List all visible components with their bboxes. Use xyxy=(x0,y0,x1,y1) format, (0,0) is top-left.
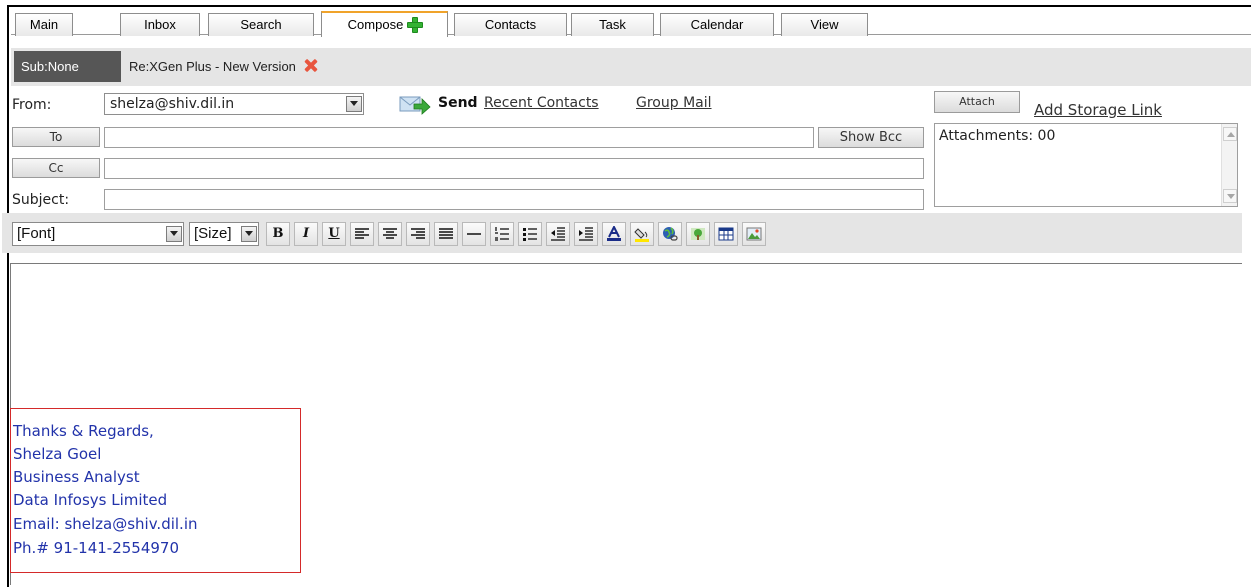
group-mail-link[interactable]: Group Mail xyxy=(636,95,712,111)
ordered-list-button[interactable] xyxy=(490,222,514,246)
tab-calendar[interactable]: Calendar xyxy=(660,13,774,36)
picture-icon xyxy=(746,227,762,241)
attachments-box: Attachments: 00 xyxy=(934,123,1238,207)
size-select-value: [Size] xyxy=(194,225,232,242)
subtab-none[interactable]: Sub:None xyxy=(14,51,121,82)
add-storage-link[interactable]: Add Storage Link xyxy=(1034,101,1162,119)
signature-line: Ph.# 91-141-2554970 xyxy=(13,539,180,557)
insert-picture-button[interactable] xyxy=(742,222,766,246)
signature-line: Data Infosys Limited xyxy=(13,491,168,509)
tab-label: Task xyxy=(599,17,626,32)
recent-contacts-link[interactable]: Recent Contacts xyxy=(484,95,599,111)
ordered-list-icon xyxy=(495,227,509,241)
font-color-button[interactable] xyxy=(602,222,626,246)
subject-label: Subject: xyxy=(12,192,70,208)
tab-label: Inbox xyxy=(144,17,176,32)
tab-label: Calendar xyxy=(690,17,744,32)
chevron-down-icon[interactable] xyxy=(166,226,182,242)
scroll-down-icon[interactable] xyxy=(1223,189,1237,203)
to-button[interactable]: To xyxy=(12,127,100,147)
align-center-icon xyxy=(383,228,397,239)
tab-inbox[interactable]: Inbox xyxy=(120,13,200,36)
underline-button[interactable]: U xyxy=(322,222,346,246)
signature-line: Business Analyst xyxy=(13,468,140,486)
tab-label: Main xyxy=(29,17,59,32)
insert-link-button[interactable] xyxy=(658,222,682,246)
show-bcc-button[interactable]: Show Bcc xyxy=(818,127,924,148)
font-select[interactable]: [Font] xyxy=(12,222,184,246)
attachments-scrollbar[interactable] xyxy=(1221,124,1237,206)
tree-picture-icon xyxy=(691,228,705,240)
from-label: From: xyxy=(12,97,52,113)
globe-link-icon xyxy=(663,227,678,241)
to-input[interactable] xyxy=(104,127,814,148)
from-select[interactable]: shelza@shiv.dil.in xyxy=(104,93,364,115)
align-center-button[interactable] xyxy=(378,222,402,246)
font-select-value: [Font] xyxy=(17,225,56,242)
tab-label: Contacts xyxy=(484,17,537,32)
font-color-icon xyxy=(607,226,621,241)
chevron-down-icon[interactable] xyxy=(241,226,257,242)
highlight-color-button[interactable] xyxy=(630,222,654,246)
tab-label: Search xyxy=(240,17,282,32)
tab-search[interactable]: Search xyxy=(208,13,314,36)
italic-button[interactable]: I xyxy=(294,222,318,246)
align-right-button[interactable] xyxy=(406,222,430,246)
align-left-icon xyxy=(355,228,369,239)
tab-contacts[interactable]: Contacts xyxy=(454,13,567,36)
subtab-document[interactable]: Re:XGen Plus - New Version xyxy=(129,51,317,82)
justify-button[interactable] xyxy=(434,222,458,246)
subtab-document-label: Re:XGen Plus - New Version xyxy=(129,59,296,74)
tab-view[interactable]: View xyxy=(781,13,868,36)
main-tab-bar: Main Inbox Search Compose Contacts Task … xyxy=(11,9,1251,37)
indent-icon xyxy=(579,227,593,241)
bullet-list-button[interactable] xyxy=(518,222,542,246)
indent-button[interactable] xyxy=(574,222,598,246)
format-toolbar: [Font] [Size] B I U xyxy=(2,213,1242,253)
align-left-button[interactable] xyxy=(350,222,374,246)
table-icon xyxy=(718,227,734,241)
insert-table-button[interactable] xyxy=(714,222,738,246)
chevron-down-icon[interactable] xyxy=(346,96,362,112)
subject-input[interactable] xyxy=(104,189,924,210)
insert-image-button[interactable] xyxy=(686,222,710,246)
signature-line: Thanks & Regards, xyxy=(13,422,154,440)
bold-button[interactable]: B xyxy=(266,222,290,246)
close-icon[interactable] xyxy=(304,59,317,72)
horizontal-rule-icon xyxy=(467,233,481,235)
from-select-value: shelza@shiv.dil.in xyxy=(110,96,235,112)
horizontal-rule-button[interactable] xyxy=(462,222,486,246)
signature-line: Email: shelza@shiv.dil.in xyxy=(13,515,198,533)
align-right-icon xyxy=(411,228,425,239)
outdent-icon xyxy=(551,227,565,241)
cc-button[interactable]: Cc xyxy=(12,158,100,178)
tab-main[interactable]: Main xyxy=(15,13,73,36)
tab-compose[interactable]: Compose xyxy=(321,11,448,37)
tab-task[interactable]: Task xyxy=(571,13,654,36)
plus-icon xyxy=(407,17,424,33)
attachments-count: Attachments: 00 xyxy=(939,128,1056,144)
send-icon[interactable] xyxy=(398,93,432,115)
attach-button[interactable]: Attach xyxy=(934,91,1020,113)
outdent-button[interactable] xyxy=(546,222,570,246)
signature-line: Shelza Goel xyxy=(13,445,102,463)
send-button[interactable]: Send xyxy=(438,95,478,111)
tab-label: Compose xyxy=(347,17,404,32)
tab-label: View xyxy=(810,17,839,32)
bullet-list-icon xyxy=(523,228,537,241)
justify-icon xyxy=(439,228,453,239)
size-select[interactable]: [Size] xyxy=(189,222,259,246)
scroll-up-icon[interactable] xyxy=(1223,127,1237,141)
document-tab-strip: Sub:None Re:XGen Plus - New Version xyxy=(11,48,1251,86)
paint-bucket-icon xyxy=(634,228,649,242)
cc-input[interactable] xyxy=(104,158,924,179)
